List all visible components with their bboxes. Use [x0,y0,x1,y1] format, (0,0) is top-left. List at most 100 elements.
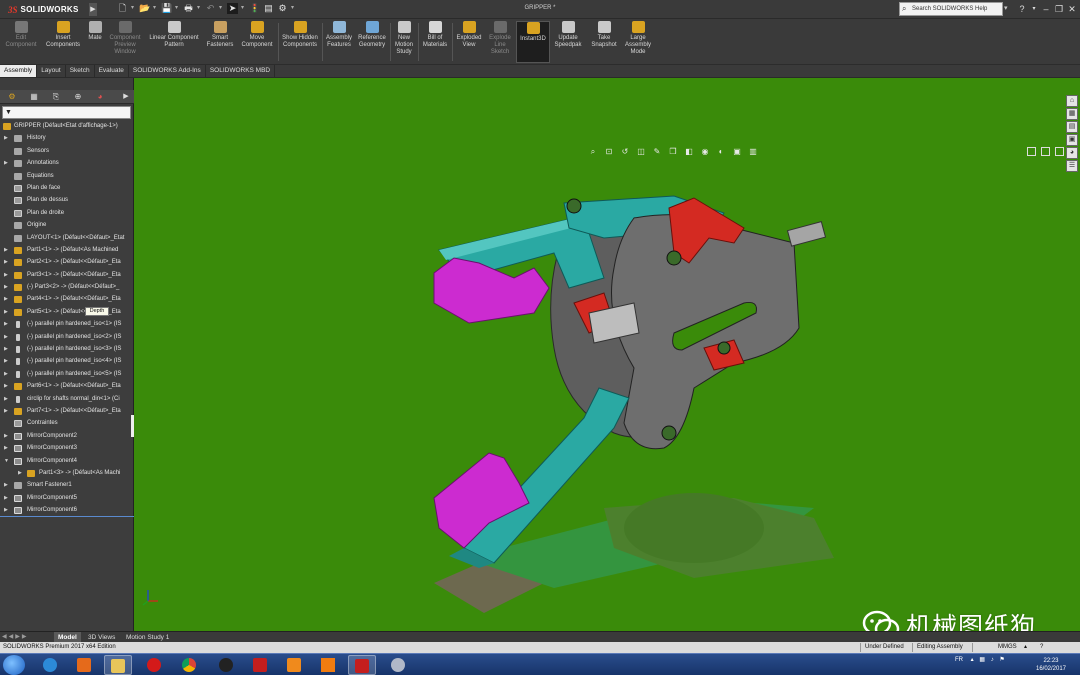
expand-right-icon[interactable]: ▶ [4,393,8,405]
zoom-to-fit-icon[interactable]: ⌕ [588,147,598,157]
panel-expand-arrow-icon[interactable]: ▶ [117,91,135,103]
tree-item[interactable]: Sensors [0,145,134,157]
tree-item[interactable]: ▶ (-) parallel pin hardened_iso<5> (IS [0,368,134,380]
apply-scene-icon[interactable]: ▣ [732,147,742,157]
expand-right-icon[interactable]: ▶ [4,306,8,318]
solidworks-resources-icon[interactable]: ⌂ [1066,95,1078,107]
tree-item[interactable]: Plan de dessus [0,194,134,206]
view-palette-icon[interactable]: ▣ [1066,134,1078,146]
tab-assembly[interactable]: Assembly [0,65,38,77]
expand-right-icon[interactable]: ▶ [4,492,8,504]
view-settings-icon[interactable]: ▥ [748,147,758,157]
tree-item[interactable]: ▶ Part2<1> -> (Défaut<<Défaut>_Eta [0,256,134,268]
tree-item[interactable]: ▶ Part1<3> -> (Défaut<As Machi [0,467,134,479]
large-assembly-mode-button[interactable]: Large Assembly Mode [622,21,654,63]
property-manager-tab-icon[interactable]: ▦ [25,91,43,103]
expand-right-icon[interactable]: ▶ [4,405,8,417]
custom-properties-icon[interactable]: ☰ [1066,160,1078,172]
zoom-to-area-icon[interactable]: ⊡ [604,147,614,157]
internet-explorer-icon[interactable] [36,655,64,675]
dimxpert-tab-icon[interactable]: ⊕ [69,91,87,103]
expand-right-icon[interactable]: ▶ [4,479,8,491]
tree-item[interactable]: ▼ MirrorComponent4 [0,455,134,467]
tree-item[interactable]: ▶ Smart Fastener1 [0,479,134,491]
tree-item[interactable]: ▶ (-) parallel pin hardened_iso<1> (IS [0,318,134,330]
tree-item[interactable]: ▶ MirrorComponent5 [0,492,134,504]
tree-item[interactable]: Equations [0,170,134,182]
expand-right-icon[interactable]: ▶ [4,293,8,305]
tree-item[interactable]: ▶ Part3<1> -> (Défaut<<Défaut>_Eta [0,269,134,281]
tree-item[interactable]: ▶ (-) parallel pin hardened_iso<2> (IS [0,331,134,343]
chrome-icon[interactable] [175,655,203,675]
file-explorer-icon[interactable] [104,655,132,675]
tab-solidworks-add-ins[interactable]: SOLIDWORKS Add-Ins [129,65,206,77]
start-button-icon[interactable] [3,655,25,675]
solidworks-2017-active-icon[interactable] [348,655,376,675]
tree-item[interactable]: Origine [0,219,134,231]
graphics-viewport[interactable]: ⌕ ⊡ ↺ ◫ ✎ ❒ ◧ ◉ ◐ ▣ ▥ [134,78,1080,631]
appearances-icon[interactable]: ◕ [1066,147,1078,159]
mate-button[interactable]: Mate [86,21,104,63]
file-explorer-icon[interactable]: ▤ [1066,121,1078,133]
inkscape-icon[interactable] [212,655,240,675]
help-icon[interactable]: ? [1016,3,1028,15]
explode-line-sketch-button[interactable]: Explode Line Sketch [486,21,514,63]
show-hidden-components-button[interactable]: Show Hidden Components [280,21,320,63]
expand-right-icon[interactable]: ▶ [4,368,8,380]
display-manager-tab-icon[interactable]: ◕ [91,91,109,103]
instant3d-button[interactable]: Instant3D [516,21,550,63]
edit-appearance-icon[interactable]: ◐ [716,147,726,157]
previous-view-icon[interactable]: ↺ [620,147,630,157]
orange-app-icon[interactable] [280,655,308,675]
expand-right-icon[interactable]: ▶ [4,157,8,169]
tree-item[interactable]: ▶ (-) parallel pin hardened_iso<4> (IS [0,355,134,367]
assembly-features-button[interactable]: Assembly Features [324,21,354,63]
tree-item[interactable]: ▶ MirrorComponent6 [0,504,134,517]
tree-item[interactable]: LAYOUT<1> (Défaut<<Défaut>_Etat [0,232,134,244]
tree-item[interactable]: ▶ Part4<1> -> (Défaut<<Défaut>_Eta [0,293,134,305]
section-view-icon[interactable]: ◫ [636,147,646,157]
solidworks-2017-icon[interactable] [246,655,274,675]
viewport-close-icon[interactable] [1055,147,1064,156]
search-dropdown-icon[interactable]: ▾ [1004,2,1012,16]
vlc-icon[interactable] [314,655,342,675]
take-snapshot-button[interactable]: Take Snapshot [588,21,620,63]
bill-of-materials-button[interactable]: Bill of Materials [420,21,450,63]
configuration-manager-tab-icon[interactable]: ⎘ [47,91,65,103]
tree-item[interactable]: ▶ (-) Part3<2> -> (Défaut<<Défaut>_ [0,281,134,293]
move-component-button[interactable]: Move Component [238,21,276,63]
expand-right-icon[interactable]: ▶ [4,318,8,330]
tree-item[interactable]: ▶ History [0,132,134,144]
new-motion-study-button[interactable]: New Motion Study [392,21,416,63]
media-player-icon[interactable] [70,655,98,675]
tab-solidworks-mbd[interactable]: SOLIDWORKS MBD [206,65,276,77]
tree-item[interactable]: ▶ circlip for shafts normal_din<1> (Ci [0,393,134,405]
viewport-minimize-icon[interactable] [1027,147,1036,156]
tree-root-assembly[interactable]: GRIPPER (Défaut<Etat d'affichage-1>) [0,120,134,132]
expand-right-icon[interactable]: ▶ [4,256,8,268]
units-selector[interactable]: MMGS [998,642,1017,653]
tree-item[interactable]: Plan de face [0,182,134,194]
settings-icon[interactable] [384,655,412,675]
tree-item[interactable]: ▶ Annotations [0,157,134,169]
tree-filter-input[interactable]: ▼ [2,106,131,119]
quick-tips-icon[interactable]: ? [1040,642,1043,653]
help-dropdown-icon[interactable]: ▾ [1028,3,1040,15]
tree-item[interactable]: ▶ Part6<1> -> (Défaut<<Défaut>_Eta [0,380,134,392]
gripper-model-render[interactable] [134,78,1080,631]
expand-right-icon[interactable]: ▶ [4,331,8,343]
reference-geometry-button[interactable]: Reference Geometry [356,21,388,63]
tree-item[interactable]: ▶ Part5<1> -> (Défaut<<Défaut>_Eta [0,306,134,318]
volume-icon[interactable]: ♪ [991,657,994,663]
flag-icon[interactable]: ⚑ [999,657,1004,663]
tab-layout[interactable]: Layout [37,65,66,77]
minimize-icon[interactable]: – [1040,3,1052,15]
restore-icon[interactable]: ❐ [1053,3,1065,15]
clock[interactable]: 22:23 16/02/2017 [1033,657,1069,673]
tree-item[interactable]: Contraintes [0,417,134,429]
component-preview-window-button[interactable]: Component Preview Window [106,21,144,63]
expand-right-icon[interactable]: ▶ [18,467,22,479]
expand-right-icon[interactable]: ▶ [4,269,8,281]
design-library-icon[interactable]: ▦ [1066,108,1078,120]
expand-right-icon[interactable]: ▶ [4,132,8,144]
